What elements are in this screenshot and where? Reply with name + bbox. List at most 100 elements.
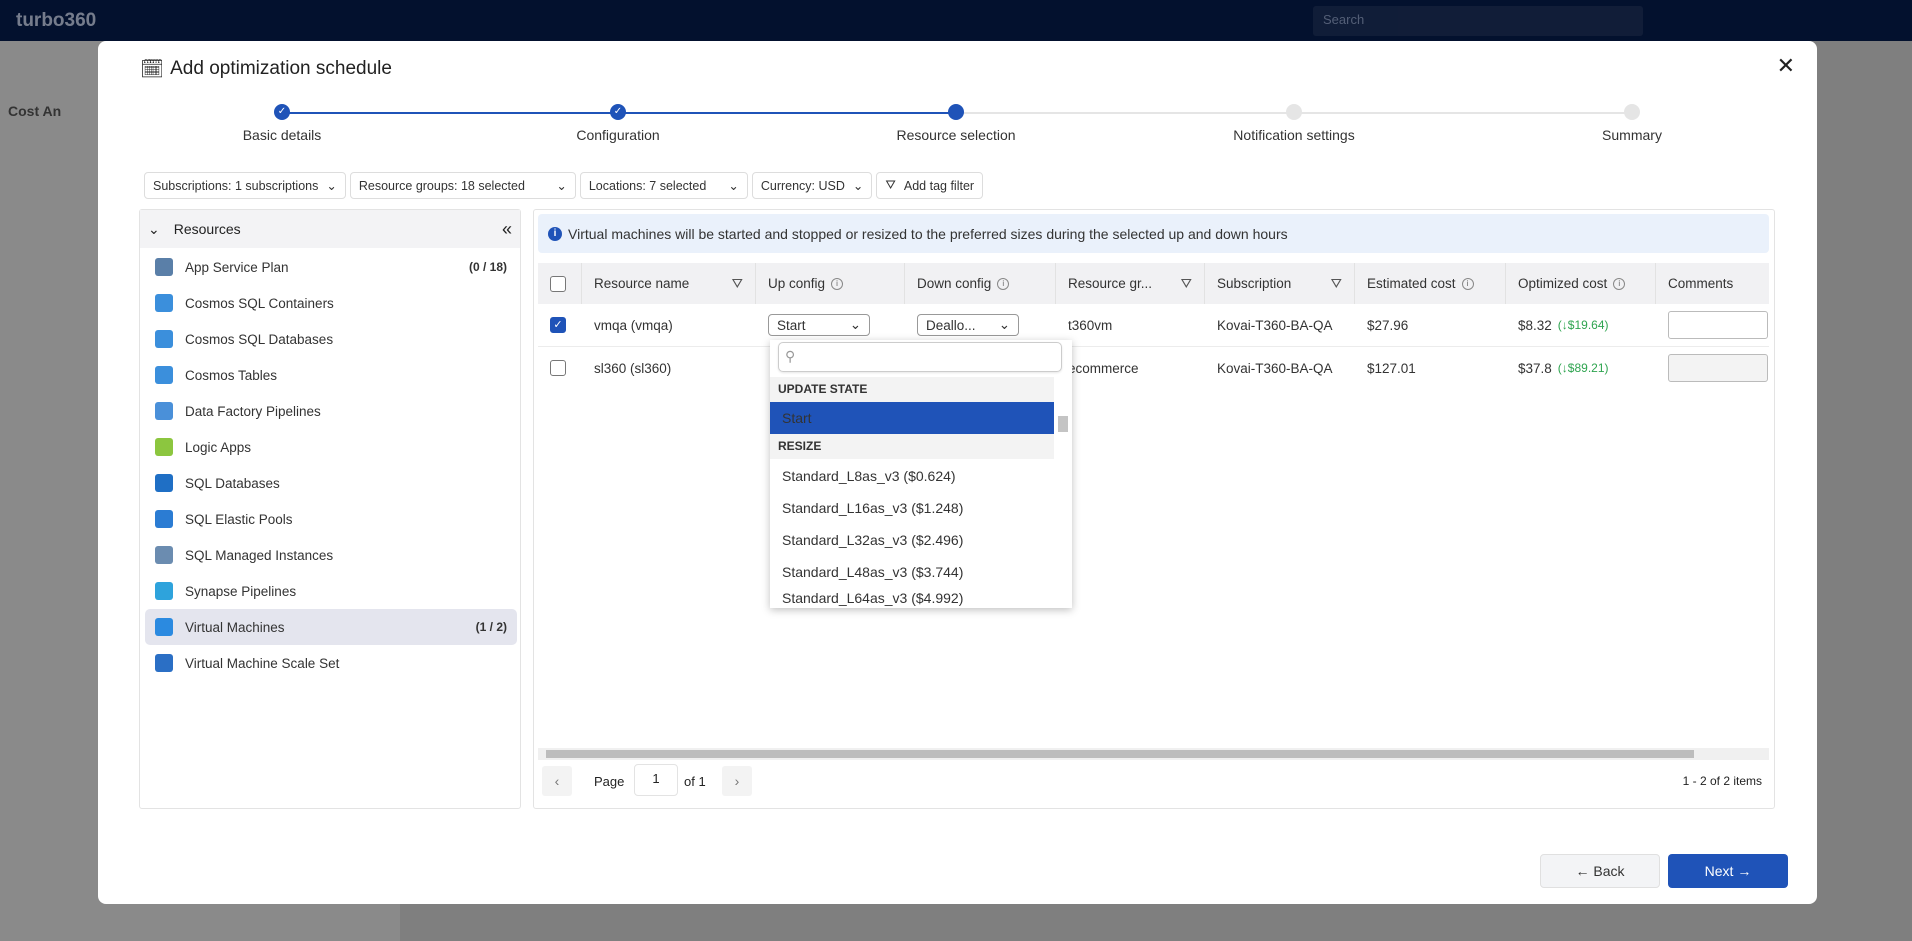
synapse-icon [155, 582, 173, 600]
resource-name-cell: vmqa (vmqa) [594, 317, 673, 333]
search-icon: ⚲ [785, 348, 796, 364]
app-service-plan-icon [155, 258, 173, 276]
chevron-down-icon: ⌄ [556, 179, 567, 193]
resource-item[interactable]: App Service Plan (0 / 18) [145, 249, 517, 285]
dropdown-search-input[interactable]: ⚲ [778, 342, 1062, 372]
resource-item-label: Virtual Machines [185, 619, 285, 635]
sql-elastic-pool-icon [155, 510, 173, 528]
info-icon: i [997, 277, 1010, 290]
estimated-cost-cell: $127.01 [1367, 360, 1416, 376]
step-label: Resource selection [896, 127, 1016, 143]
page-label: Page [594, 774, 625, 789]
close-icon[interactable]: ✕ [1777, 53, 1795, 79]
top-bar: turbo360 Search [0, 0, 1912, 41]
column-resource-name[interactable]: Resource name ⛛ [582, 263, 756, 304]
column-down-config[interactable]: Down config i [905, 263, 1056, 304]
resource-item-label: Cosmos Tables [185, 367, 278, 383]
column-optimized-cost[interactable]: Optimized cost i [1506, 263, 1656, 304]
sql-database-icon [155, 474, 173, 492]
option-size[interactable]: Standard_L32as_v3 ($2.496) [770, 524, 1054, 556]
page-number-input[interactable]: 1 [634, 764, 678, 796]
comments-input[interactable] [1656, 304, 1768, 346]
checkbox-checked: ✓ [550, 317, 566, 333]
select-all-header [538, 263, 582, 304]
resource-item[interactable]: Virtual Machines (1 / 2) [145, 609, 517, 645]
cosmos-icon [155, 294, 173, 312]
add-tag-filter-button[interactable]: ⛛ Add tag filter [876, 172, 984, 199]
select-all-checkbox[interactable] [550, 275, 566, 292]
column-resource-group[interactable]: Resource gr... ⛛ [1056, 263, 1205, 304]
column-subscription[interactable]: Subscription ⛛ [1205, 263, 1355, 304]
next-page-button[interactable]: › [722, 766, 752, 796]
saving-amount: (↓$19.64) [1557, 318, 1609, 332]
subscription-cell: Kovai-T360-BA-QA [1217, 360, 1333, 376]
data-factory-icon [155, 402, 173, 420]
step-3-indicator [1286, 104, 1302, 120]
estimated-cost-cell: $27.96 [1367, 317, 1409, 333]
column-up-config[interactable]: Up config i [756, 263, 905, 304]
resource-item[interactable]: SQL Managed Instances [145, 537, 517, 573]
collapse-panel-icon[interactable]: « [502, 219, 512, 240]
back-button[interactable]: ← Back [1540, 854, 1660, 888]
step-0-indicator: ✓ [274, 104, 290, 120]
row-checkbox[interactable]: ✓ [538, 304, 566, 346]
info-icon: i [1613, 277, 1626, 290]
resource-item[interactable]: Cosmos Tables [145, 357, 517, 393]
resource-item[interactable]: SQL Databases [145, 465, 517, 501]
resource-groups-filter[interactable]: Resource groups: 18 selected ⌄ [349, 172, 576, 199]
prev-page-button[interactable]: ‹ [542, 766, 572, 796]
resource-item[interactable]: SQL Elastic Pools [145, 501, 517, 537]
resource-item[interactable]: Data Factory Pipelines [145, 393, 517, 429]
subscription-cell: Kovai-T360-BA-QA [1217, 317, 1333, 333]
filter-icon[interactable]: ⛛ [1331, 276, 1342, 292]
resources-header[interactable]: ⌄ Resources « [140, 210, 520, 248]
group-resize: RESIZE [770, 434, 1054, 459]
option-size[interactable]: Standard_L48as_v3 ($3.744) [770, 556, 1054, 588]
resource-item[interactable]: Cosmos SQL Databases [145, 321, 517, 357]
resource-item-label: SQL Databases [185, 475, 280, 491]
resource-item[interactable]: Cosmos SQL Containers [145, 285, 517, 321]
resource-item[interactable]: Logic Apps [145, 429, 517, 465]
subscriptions-filter[interactable]: Subscriptions: 1 subscriptions ⌄ [144, 172, 346, 199]
saving-amount: (↓$89.21) [1557, 361, 1609, 375]
global-search[interactable]: Search [1313, 6, 1643, 36]
locations-filter[interactable]: Locations: 7 selected ⌄ [579, 172, 748, 199]
calendar-add-icon: 🗓 [140, 59, 165, 80]
dropdown-scrollbar[interactable] [1056, 402, 1070, 602]
column-estimated-cost[interactable]: Estimated cost i [1355, 263, 1506, 304]
logic-apps-icon [155, 438, 173, 456]
resource-item-label: Synapse Pipelines [185, 583, 297, 599]
filter-icon[interactable]: ⛛ [732, 276, 743, 292]
group-update-state: UPDATE STATE [770, 377, 1054, 402]
filter-bar: Subscriptions: 1 subscriptions ⌄ Resource… [144, 172, 984, 199]
row-checkbox[interactable] [538, 347, 566, 389]
step-4-indicator [1624, 104, 1640, 120]
items-summary: 1 - 2 of 2 items [1682, 774, 1762, 788]
chevron-down-icon: ⌄ [998, 317, 1010, 332]
resource-item-label: Logic Apps [185, 439, 252, 455]
optimized-cost-cell: $37.8 (↓$89.21) [1518, 360, 1609, 376]
step-label: Notification settings [1233, 127, 1355, 143]
sql-managed-instance-icon [155, 546, 173, 564]
resource-item[interactable]: Synapse Pipelines [145, 573, 517, 609]
resource-item[interactable]: Virtual Machine Scale Set [145, 645, 517, 681]
info-banner: i Virtual machines will be started and st… [538, 214, 1769, 253]
chevron-down-icon: ⌄ [148, 220, 160, 237]
up-config-dropdown: ⚲ UPDATE STATE Start RESIZE Standard_L8a… [770, 340, 1072, 608]
option-start[interactable]: Start [770, 402, 1054, 434]
currency-filter[interactable]: Currency: USD ⌄ [751, 172, 873, 199]
filter-icon[interactable]: ⛛ [1181, 276, 1192, 292]
app-logo: turbo360 [16, 10, 97, 31]
resource-item-label: Virtual Machine Scale Set [185, 655, 340, 671]
page-total: of 1 [684, 774, 706, 789]
next-button[interactable]: Next → [1668, 854, 1788, 888]
resource-item-label: Cosmos SQL Databases [185, 331, 334, 347]
cosmos-icon [155, 330, 173, 348]
horizontal-scrollbar[interactable] [538, 748, 1769, 760]
option-size[interactable]: Standard_L16as_v3 ($1.248) [770, 492, 1054, 524]
option-size[interactable]: Standard_L64as_v3 ($4.992) [770, 588, 1054, 608]
info-icon: i [831, 277, 844, 290]
cosmos-icon [155, 366, 173, 384]
dialog-title: 🗓 Add optimization schedule [140, 57, 392, 81]
option-size[interactable]: Standard_L8as_v3 ($0.624) [770, 460, 1054, 492]
